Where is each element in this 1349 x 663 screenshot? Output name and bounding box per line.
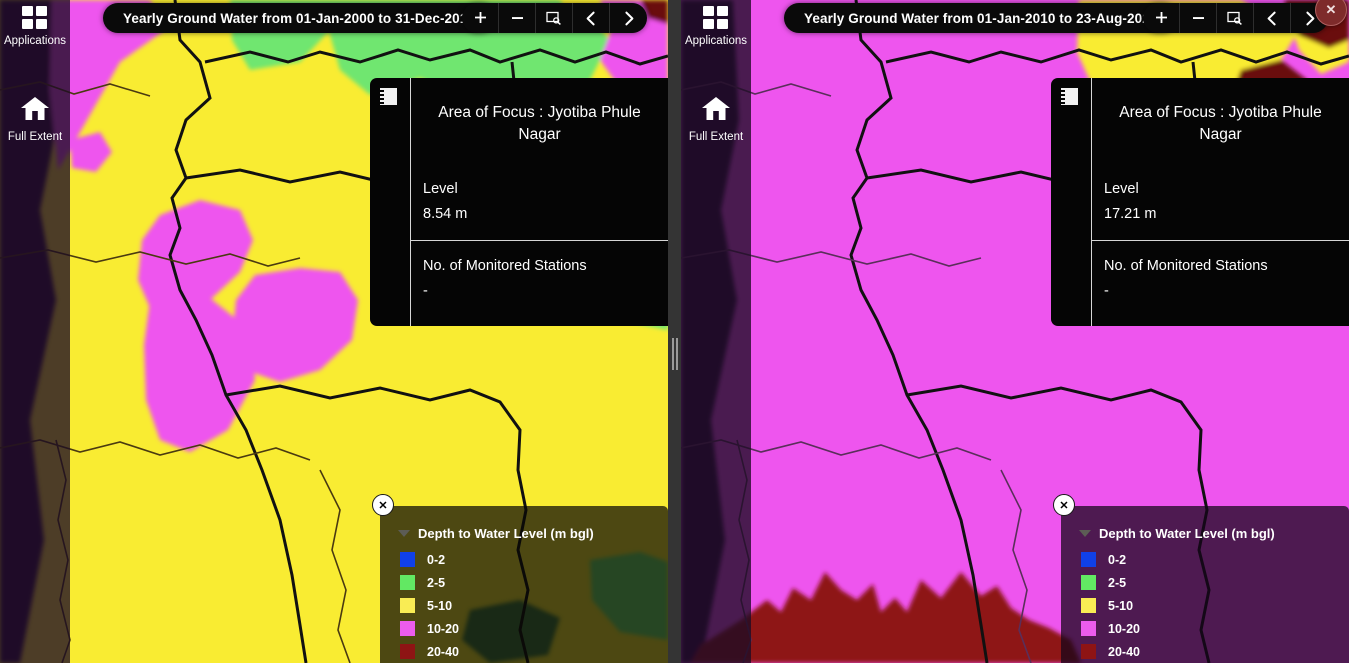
- legend-swatch: [1081, 621, 1096, 636]
- legend-swatch: [1081, 575, 1096, 590]
- legend-header[interactable]: Depth to Water Level (m bgl): [1079, 526, 1349, 541]
- sidebar-item-full-extent[interactable]: Full Extent: [681, 91, 751, 152]
- legend-label: 2-5: [427, 575, 446, 590]
- legend-right: ✕ Depth to Water Level (m bgl) 0-2 2-5 5…: [1053, 494, 1349, 663]
- legend-swatch: [1081, 552, 1096, 567]
- sidebar-item-label: Applications: [3, 35, 66, 47]
- zoom-in-button[interactable]: [1143, 3, 1180, 33]
- legend-label: 10-20: [1108, 621, 1140, 636]
- legend-item[interactable]: 10-20: [400, 617, 668, 640]
- zoom-to-extent-button[interactable]: [536, 3, 573, 33]
- legend-swatch: [400, 598, 415, 613]
- home-icon: [20, 95, 50, 126]
- level-metric: Level 8.54 m: [411, 147, 668, 240]
- note-icon: [380, 88, 397, 105]
- info-card-right: Area of Focus : Jyotiba Phule Nagar Leve…: [1051, 78, 1349, 326]
- note-icon: [1061, 88, 1078, 105]
- legend-title: Depth to Water Level (m bgl): [1099, 526, 1275, 541]
- stations-value: -: [1104, 282, 1109, 299]
- legend-swatch: [400, 621, 415, 636]
- sidebar-right: Applications Full Extent: [681, 0, 751, 663]
- legend-rows: 0-2 2-5 5-10 10-20 20-40: [398, 548, 668, 663]
- dual-map-comparison-app: Applications Full Extent Yearly Ground W…: [0, 0, 1349, 663]
- legend-item[interactable]: 10-20: [1081, 617, 1349, 640]
- area-of-focus-label: Area of Focus : Jyotiba Phule Nagar: [438, 104, 641, 144]
- legend-label: 0-2: [1108, 552, 1127, 567]
- legend-item[interactable]: 20-40: [400, 640, 668, 663]
- panel-splitter[interactable]: [668, 0, 681, 663]
- map-toolbar-left: [462, 3, 647, 33]
- map-panel-right: Applications Full Extent Yearly Ground W…: [681, 0, 1349, 663]
- info-card-left: Area of Focus : Jyotiba Phule Nagar Leve…: [370, 78, 668, 326]
- legend-swatch: [400, 552, 415, 567]
- sidebar-left: Applications Full Extent: [0, 0, 70, 663]
- legend-item[interactable]: 0-2: [400, 548, 668, 571]
- home-icon: [701, 95, 731, 126]
- legend-swatch: [400, 644, 415, 659]
- splitter-grip-icon: [671, 338, 678, 370]
- sidebar-item-full-extent[interactable]: Full Extent: [0, 91, 70, 152]
- sidebar-item-applications[interactable]: Applications: [681, 2, 751, 56]
- sidebar-item-label: Full Extent: [7, 130, 63, 143]
- stations-metric: No. of Monitored Stations -: [1092, 241, 1349, 325]
- map-title-right: Yearly Ground Water from 01-Jan-2010 to …: [784, 3, 1178, 33]
- stations-value: -: [423, 282, 428, 299]
- legend-label: 20-40: [427, 644, 459, 659]
- chevron-down-icon: [398, 530, 410, 537]
- legend-label: 20-40: [1108, 644, 1140, 659]
- sidebar-item-label: Applications: [684, 35, 747, 47]
- chevron-down-icon: [1079, 530, 1091, 537]
- sidebar-item-applications[interactable]: Applications: [0, 2, 70, 56]
- sidebar-item-label: Full Extent: [688, 130, 744, 143]
- legend-label: 2-5: [1108, 575, 1127, 590]
- info-card-body: Area of Focus : Jyotiba Phule Nagar Leve…: [1092, 78, 1349, 326]
- legend-rows: 0-2 2-5 5-10 10-20 20-40: [1079, 548, 1349, 663]
- legend-close-button[interactable]: ✕: [1053, 494, 1075, 516]
- grid-icon: [703, 6, 729, 30]
- legend-label: 0-2: [427, 552, 446, 567]
- map-title-left: Yearly Ground Water from 01-Jan-2000 to …: [103, 3, 495, 33]
- map-toolbar-right: [1143, 3, 1328, 33]
- legend-item[interactable]: 5-10: [400, 594, 668, 617]
- legend-item[interactable]: 20-40: [1081, 640, 1349, 663]
- zoom-out-button[interactable]: [499, 3, 536, 33]
- legend-label: 5-10: [1108, 598, 1134, 613]
- legend-title: Depth to Water Level (m bgl): [418, 526, 594, 541]
- info-card-gutter: [370, 78, 411, 326]
- grid-icon: [22, 6, 48, 30]
- legend-label: 10-20: [427, 621, 459, 636]
- info-card-body: Area of Focus : Jyotiba Phule Nagar Leve…: [411, 78, 668, 326]
- zoom-in-button[interactable]: [462, 3, 499, 33]
- map-panel-left: Applications Full Extent Yearly Ground W…: [0, 0, 668, 663]
- previous-button[interactable]: [573, 3, 610, 33]
- legend-swatch: [1081, 644, 1096, 659]
- legend-swatch: [400, 575, 415, 590]
- zoom-out-button[interactable]: [1180, 3, 1217, 33]
- legend-item[interactable]: 2-5: [1081, 571, 1349, 594]
- level-label: Level: [1104, 180, 1139, 197]
- area-of-focus-label: Area of Focus : Jyotiba Phule Nagar: [1119, 104, 1322, 144]
- next-button[interactable]: [610, 3, 647, 33]
- level-value: 8.54 m: [423, 205, 468, 222]
- legend-label: 5-10: [427, 598, 453, 613]
- level-label: Level: [423, 180, 458, 197]
- legend-left: ✕ Depth to Water Level (m bgl) 0-2 2-5 5…: [372, 494, 668, 663]
- legend-item[interactable]: 2-5: [400, 571, 668, 594]
- level-value: 17.21 m: [1104, 205, 1157, 222]
- stations-metric: No. of Monitored Stations -: [411, 241, 668, 325]
- info-card-gutter: [1051, 78, 1092, 326]
- zoom-to-extent-button[interactable]: [1217, 3, 1254, 33]
- level-metric: Level 17.21 m: [1092, 147, 1349, 240]
- stations-label: No. of Monitored Stations: [423, 258, 587, 275]
- legend-close-button[interactable]: ✕: [372, 494, 394, 516]
- legend-item[interactable]: 0-2: [1081, 548, 1349, 571]
- previous-button[interactable]: [1254, 3, 1291, 33]
- legend-header[interactable]: Depth to Water Level (m bgl): [398, 526, 668, 541]
- legend-item[interactable]: 5-10: [1081, 594, 1349, 617]
- legend-swatch: [1081, 598, 1096, 613]
- stations-label: No. of Monitored Stations: [1104, 258, 1268, 275]
